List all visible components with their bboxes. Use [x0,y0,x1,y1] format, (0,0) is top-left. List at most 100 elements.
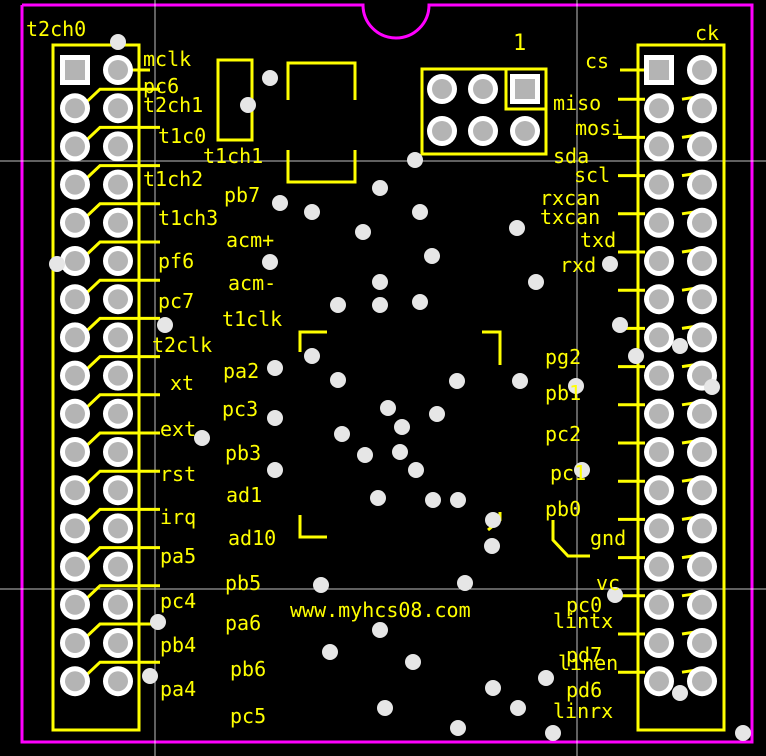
left-header-pad [60,589,90,620]
right-header-pad [644,628,674,658]
right-header-pad [644,513,674,544]
left-header-pad [103,284,133,315]
via [272,195,288,211]
right-header-pad [687,131,717,162]
via [304,348,320,364]
via [412,294,428,310]
left-signal-label: xt [170,371,194,395]
left-header-pad [60,398,90,429]
via [510,700,526,716]
left-signal-label: pa4 [160,677,196,701]
left-signal-label: t2clk [152,333,212,357]
left-signal-label: pc3 [222,397,258,421]
right-signal-label: txcan [540,205,600,229]
via [449,373,465,389]
via [262,70,278,86]
via [394,419,410,435]
via [370,490,386,506]
left-signal-label: acm- [228,271,276,295]
left-header-pad [60,93,90,124]
right-header-pad [644,322,674,353]
right-header-pad [687,551,717,582]
left-signal-label: pc5 [230,704,266,728]
right-signal-label: linen [558,651,618,675]
via [484,538,500,554]
left-signal-label: pb7 [224,183,260,207]
via [407,152,423,168]
left-signal-label: rst [160,462,196,486]
left-header-pad [60,513,90,544]
via [110,34,126,50]
via [267,462,283,478]
left-header-pad [60,246,90,276]
right-signal-label: gnd [590,526,626,550]
right-header-pad [644,551,674,582]
via [357,447,373,463]
via [330,297,346,313]
left-header-pad [60,131,90,162]
left-signal-label: pb3 [225,441,261,465]
right-header-pad [687,475,717,506]
via [602,256,618,272]
left-header-pad [103,398,133,429]
left-signal-label: t1ch1 [203,144,263,168]
right-header-pad [644,246,674,276]
left-header-pad [103,246,133,276]
via [322,644,338,660]
left-header-title: t2ch0 [26,17,86,41]
left-header-pad [103,513,133,544]
via [538,670,554,686]
via [377,700,393,716]
left-signal-label: ext [160,417,196,441]
left-header-pad [60,284,90,315]
right-header-pad [687,322,717,353]
via [157,317,173,333]
via [405,654,421,670]
left-signal-label: pa6 [225,611,261,635]
via [330,372,346,388]
left-signal-label: t1ch2 [143,167,203,191]
via [304,204,320,220]
via [262,254,278,270]
left-signal-label: pc7 [158,289,194,313]
left-signal-label: ad10 [228,526,276,550]
via [267,410,283,426]
right-header-pad [687,169,717,200]
via [372,274,388,290]
left-header-pad [60,360,90,391]
via [240,97,256,113]
left-header-pad [103,207,133,238]
right-header-title: ck [695,21,719,45]
via [334,426,350,442]
right-header-pad [644,284,674,315]
top-connector-pad [510,74,540,104]
via [424,248,440,264]
left-header-pad [60,475,90,506]
right-header-pad [644,93,674,124]
left-header-pad [103,360,133,391]
left-header-pad [60,207,90,238]
via [355,224,371,240]
left-signal-label: t1ch3 [158,206,218,230]
via [142,668,158,684]
via [528,274,544,290]
left-signal-label: t2ch1 [143,93,203,117]
website-url: www.myhcs08.com [290,598,471,622]
right-header-pad [687,246,717,276]
via [628,348,644,364]
right-signal-label: mosi [575,116,623,140]
right-signal-label: cs [585,49,609,73]
right-signal-label: pg2 [545,345,581,369]
via [372,297,388,313]
top-connector-pad [427,116,457,146]
left-signal-label: pc4 [160,589,196,613]
via [380,400,396,416]
top-connector-pad [468,74,498,104]
left-signal-label: pb5 [225,571,261,595]
via [150,614,166,630]
top-connector-pad [468,116,498,146]
left-signal-label: pa2 [223,359,259,383]
via [450,720,466,736]
via [512,373,528,389]
left-header-pad [60,666,90,697]
